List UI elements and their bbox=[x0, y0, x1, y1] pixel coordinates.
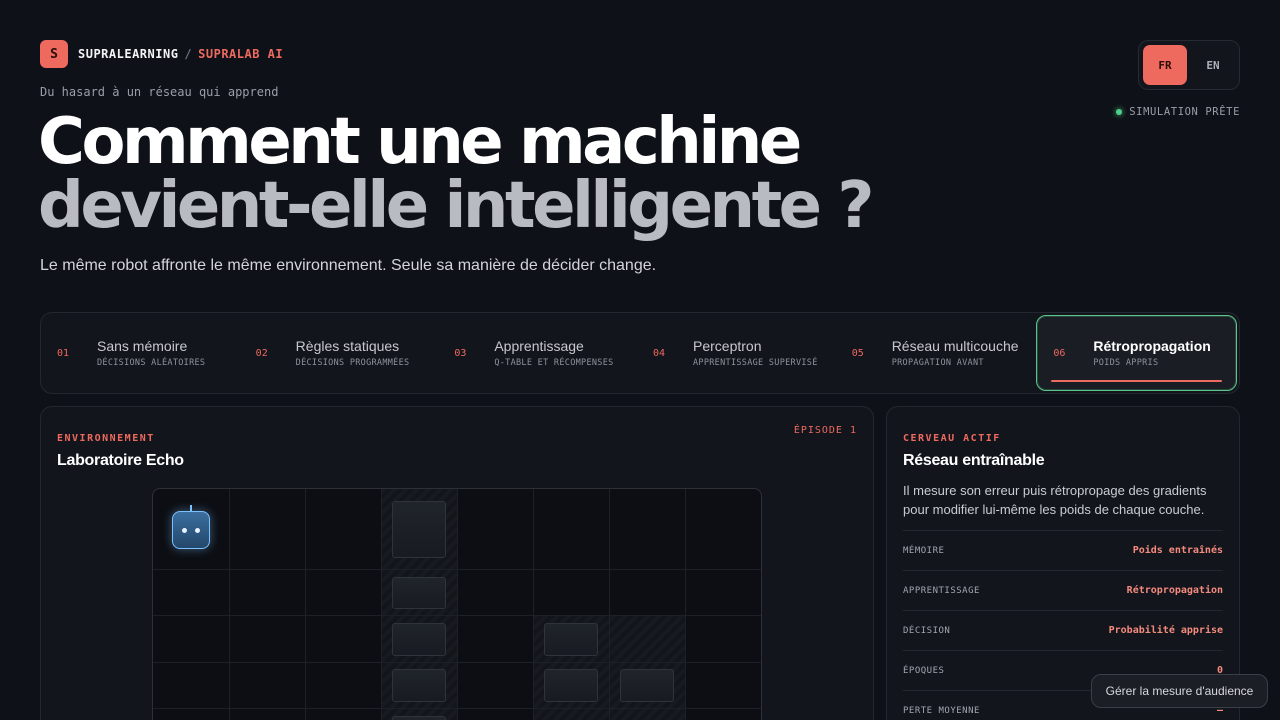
stage-tabs: 01 Sans mémoire DÉCISIONS ALÉATOIRES 02 R… bbox=[40, 312, 1240, 394]
stat-label: ÉPOQUES bbox=[903, 665, 945, 676]
title-strong: Comment une machine bbox=[38, 105, 802, 179]
stat-row: DÉCISION Probabilité apprise bbox=[903, 610, 1223, 650]
stat-row: MÉMOIRE Poids entraînés bbox=[903, 530, 1223, 570]
brand: S SUPRALEARNING / SUPRALAB AI bbox=[40, 40, 283, 68]
stage-number: 04 bbox=[653, 347, 666, 359]
robot-icon bbox=[172, 505, 210, 549]
lang-en-button[interactable]: EN bbox=[1191, 45, 1235, 85]
stat-label: PERTE MOYENNE bbox=[903, 705, 980, 716]
title-soft: devient-elle intelligente ? bbox=[38, 169, 874, 243]
obstacle-block bbox=[392, 577, 446, 609]
brand-lab: SUPRALAB AI bbox=[198, 47, 284, 61]
environment-grid bbox=[152, 488, 762, 720]
brand-logo: S bbox=[40, 40, 68, 68]
stage-subtitle: APPRENTISSAGE SUPERVISÉ bbox=[693, 358, 818, 368]
stage-subtitle: POIDS APPRIS bbox=[1093, 358, 1159, 368]
obstacle-block bbox=[392, 623, 446, 656]
brand-text: SUPRALEARNING / SUPRALAB AI bbox=[78, 47, 283, 61]
lang-fr-button[interactable]: FR bbox=[1143, 45, 1187, 85]
obstacle-block bbox=[392, 501, 446, 558]
brain-description: Il mesure son erreur puis rétropropage d… bbox=[903, 483, 1207, 517]
stage-number: 01 bbox=[57, 347, 70, 359]
brain-panel: CERVEAU ACTIF Réseau entraînable Il mesu… bbox=[886, 406, 1240, 720]
stage-number: 06 bbox=[1053, 347, 1066, 359]
stat-label: MÉMOIRE bbox=[903, 545, 945, 556]
subtitle: Le même robot affronte le même environne… bbox=[40, 257, 657, 274]
tagline: Du hasard à un réseau qui apprend bbox=[40, 85, 279, 99]
brain-kicker: CERVEAU ACTIF bbox=[903, 433, 1001, 444]
stage-title: Perceptron bbox=[693, 338, 762, 354]
stat-value: Poids entraînés bbox=[1132, 545, 1223, 556]
stage-number: 05 bbox=[851, 347, 864, 359]
brand-name: SUPRALEARNING bbox=[78, 47, 179, 61]
audience-settings-button[interactable]: Gérer la mesure d'audience bbox=[1091, 674, 1268, 708]
stage-subtitle: DÉCISIONS ALÉATOIRES bbox=[97, 358, 206, 368]
tab-stage-05[interactable]: 05 Réseau multicouche PROPAGATION AVANT bbox=[836, 313, 1035, 393]
environment-kicker: ENVIRONNEMENT bbox=[57, 433, 155, 444]
environment-panel: ENVIRONNEMENT Laboratoire Echo ÉPISODE 1 bbox=[40, 406, 874, 720]
stat-label: DÉCISION bbox=[903, 625, 951, 636]
stage-title: Rétropropagation bbox=[1093, 338, 1211, 354]
stage-title: Réseau multicouche bbox=[891, 338, 1019, 354]
tab-stage-03[interactable]: 03 Apprentissage Q-TABLE ET RÉCOMPENSES bbox=[438, 313, 637, 393]
stage-title: Règles statiques bbox=[295, 338, 400, 354]
obstacle-block bbox=[392, 716, 446, 720]
stage-number: 02 bbox=[255, 347, 268, 359]
stat-label: APPRENTISSAGE bbox=[903, 585, 980, 596]
stage-title: Apprentissage bbox=[494, 338, 584, 354]
status-label: SIMULATION PRÊTE bbox=[1129, 106, 1240, 118]
stat-value: Probabilité apprise bbox=[1108, 625, 1223, 636]
obstacle-block bbox=[544, 623, 598, 656]
stage-subtitle: PROPAGATION AVANT bbox=[891, 358, 984, 368]
page-title: Comment une machine devient-elle intelli… bbox=[38, 110, 998, 238]
tab-stage-01[interactable]: 01 Sans mémoire DÉCISIONS ALÉATOIRES bbox=[41, 313, 240, 393]
stat-value: Rétropropagation bbox=[1126, 585, 1223, 596]
tab-stage-02[interactable]: 02 Règles statiques DÉCISIONS PROGRAMMÉES bbox=[240, 313, 439, 393]
tab-stage-04[interactable]: 04 Perceptron APPRENTISSAGE SUPERVISÉ bbox=[637, 313, 836, 393]
episode-counter: ÉPISODE 1 bbox=[793, 425, 857, 436]
brand-separator: / bbox=[184, 47, 193, 61]
obstacle-block bbox=[392, 669, 446, 702]
brain-title: Réseau entraînable bbox=[903, 452, 1045, 469]
stage-title: Sans mémoire bbox=[97, 338, 188, 354]
obstacle-block bbox=[620, 669, 674, 702]
obstacle-block bbox=[544, 669, 598, 702]
language-toggle: FR EN bbox=[1138, 40, 1240, 90]
tab-stage-06[interactable]: 06 Rétropropagation POIDS APPRIS bbox=[1036, 315, 1238, 391]
stat-row: APPRENTISSAGE Rétropropagation bbox=[903, 570, 1223, 610]
stage-subtitle: Q-TABLE ET RÉCOMPENSES bbox=[494, 358, 614, 368]
stage-subtitle: DÉCISIONS PROGRAMMÉES bbox=[295, 358, 410, 368]
simulation-status: SIMULATION PRÊTE bbox=[1116, 106, 1240, 118]
stage-number: 03 bbox=[454, 347, 467, 359]
environment-title: Laboratoire Echo bbox=[57, 452, 184, 469]
active-tab-indicator bbox=[1051, 380, 1223, 382]
status-dot-icon bbox=[1116, 109, 1123, 115]
